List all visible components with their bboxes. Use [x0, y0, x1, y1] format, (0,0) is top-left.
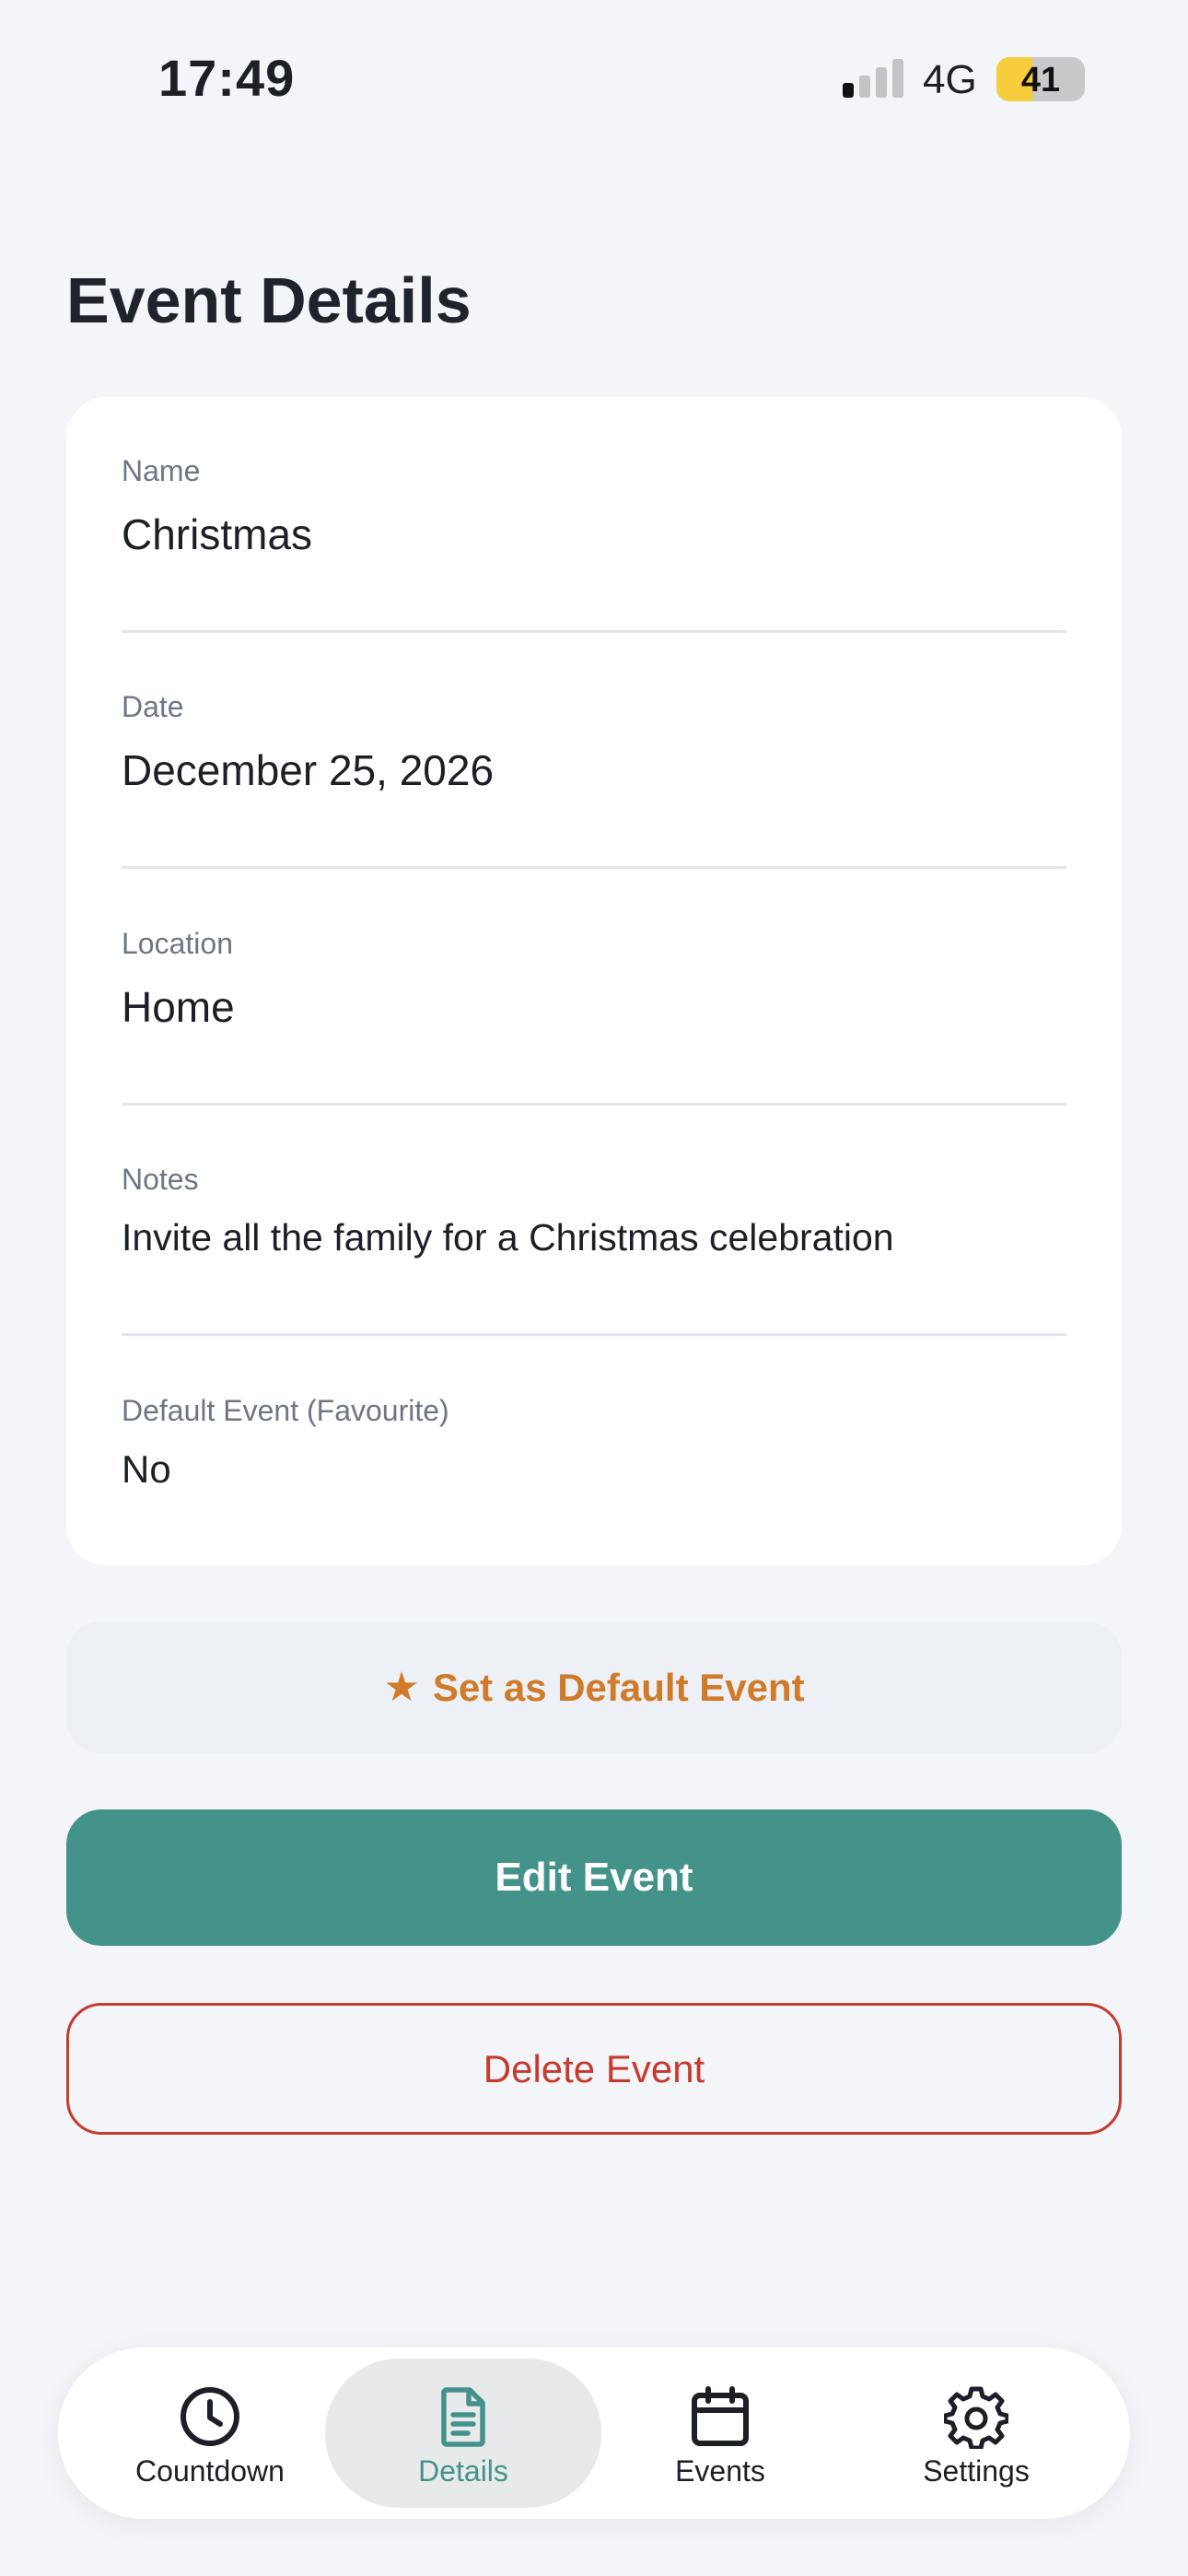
- field-value: December 25, 2026: [122, 746, 495, 794]
- tab-details[interactable]: Details: [325, 2359, 601, 2508]
- cellular-signal-icon: [843, 59, 903, 98]
- battery-cap: [1077, 72, 1084, 87]
- field-label: Notes: [122, 1163, 199, 1196]
- field-label: Name: [122, 454, 201, 487]
- tab-settings[interactable]: Settings: [838, 2359, 1114, 2508]
- page-title: Event Details: [66, 264, 472, 336]
- field-label: Location: [122, 927, 233, 960]
- field-value: Home: [122, 983, 235, 1031]
- tab-label: Details: [418, 2454, 508, 2488]
- divider: [122, 1103, 1066, 1106]
- gear-icon: [944, 2386, 1008, 2449]
- clock-icon: [181, 2387, 239, 2446]
- battery-level: 41: [1020, 61, 1061, 100]
- event-details-card: Name Christmas Date December 25, 2026 Lo…: [66, 397, 1122, 1565]
- field-label: Default Event (Favourite): [122, 1394, 449, 1427]
- status-bar: 17:49 4G 41: [0, 0, 1188, 157]
- delete-event-button[interactable]: Delete Event: [66, 2003, 1122, 2135]
- edit-event-button[interactable]: Edit Event: [66, 1809, 1122, 1946]
- tab-countdown[interactable]: Countdown: [72, 2359, 348, 2508]
- tab-events[interactable]: Events: [582, 2359, 858, 2508]
- battery-icon: 41: [996, 57, 1085, 101]
- tab-label: Settings: [923, 2454, 1030, 2488]
- calendar-icon: [692, 2386, 749, 2446]
- set-default-event-button[interactable]: ★ Set as Default Event: [66, 1622, 1122, 1753]
- divider: [122, 630, 1066, 633]
- divider: [122, 866, 1066, 869]
- document-icon: [441, 2387, 485, 2447]
- tab-label: Events: [675, 2454, 765, 2488]
- field-label: Date: [122, 690, 184, 723]
- set-default-label: Set as Default Event: [432, 1665, 805, 1709]
- tab-label: Countdown: [135, 2454, 285, 2488]
- status-time: 17:49: [158, 49, 296, 107]
- divider: [122, 1333, 1066, 1336]
- field-value: No: [122, 1447, 171, 1491]
- field-value: Christmas: [122, 510, 313, 558]
- star-icon: ★: [383, 1665, 420, 1710]
- field-value: Invite all the family for a Christmas ce…: [122, 1216, 894, 1259]
- network-type: 4G: [923, 57, 977, 102]
- bottom-tab-bar: Countdown Details Events Settings: [58, 2348, 1130, 2519]
